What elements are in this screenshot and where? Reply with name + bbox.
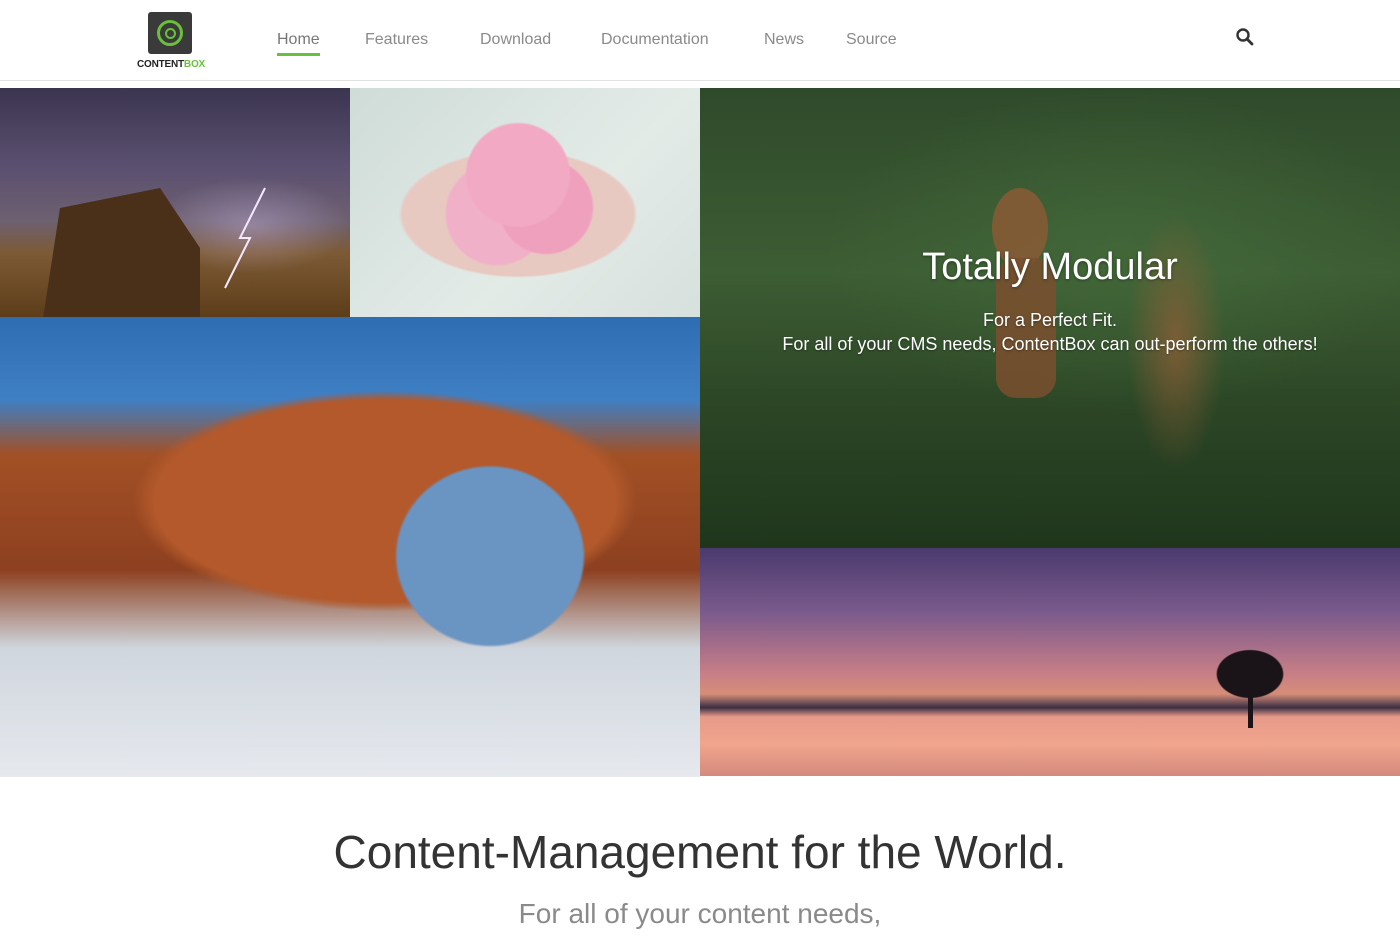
page-subheadline: For all of your content needs, [518, 898, 882, 929]
nav-active-indicator [277, 53, 320, 56]
hero-title: Totally Modular [922, 246, 1178, 288]
logo-mark-icon [148, 12, 192, 54]
hero-line-1: For a Perfect Fit. [982, 310, 1118, 330]
tree-silhouette [1200, 638, 1300, 728]
rock-arch-image [0, 317, 700, 777]
hero-caption: Totally Modular For a Perfect Fit. For a… [700, 240, 1400, 356]
nav-item-features[interactable]: Features [365, 30, 428, 50]
nav-item-home[interactable]: Home [277, 30, 320, 56]
barn-lightning-image [0, 88, 350, 317]
lake-sunset-image [700, 548, 1400, 776]
site-logo[interactable]: CONTENTBOX [133, 10, 209, 72]
page-headline: Content-Management for the World. [333, 826, 1067, 878]
search-icon[interactable] [1235, 27, 1255, 47]
logo-wordmark: CONTENTBOX [136, 59, 205, 70]
flower-hands-image [350, 88, 700, 317]
nav-item-source[interactable]: Source [846, 30, 897, 50]
hero-line-2: For all of your CMS needs, ContentBox ca… [782, 334, 1318, 354]
site-header: CONTENTBOX Home Features Download Docume… [0, 0, 1400, 81]
nav-item-documentation[interactable]: Documentation [601, 30, 709, 50]
nav-item-download[interactable]: Download [480, 30, 551, 50]
nav-item-news[interactable]: News [764, 30, 804, 50]
